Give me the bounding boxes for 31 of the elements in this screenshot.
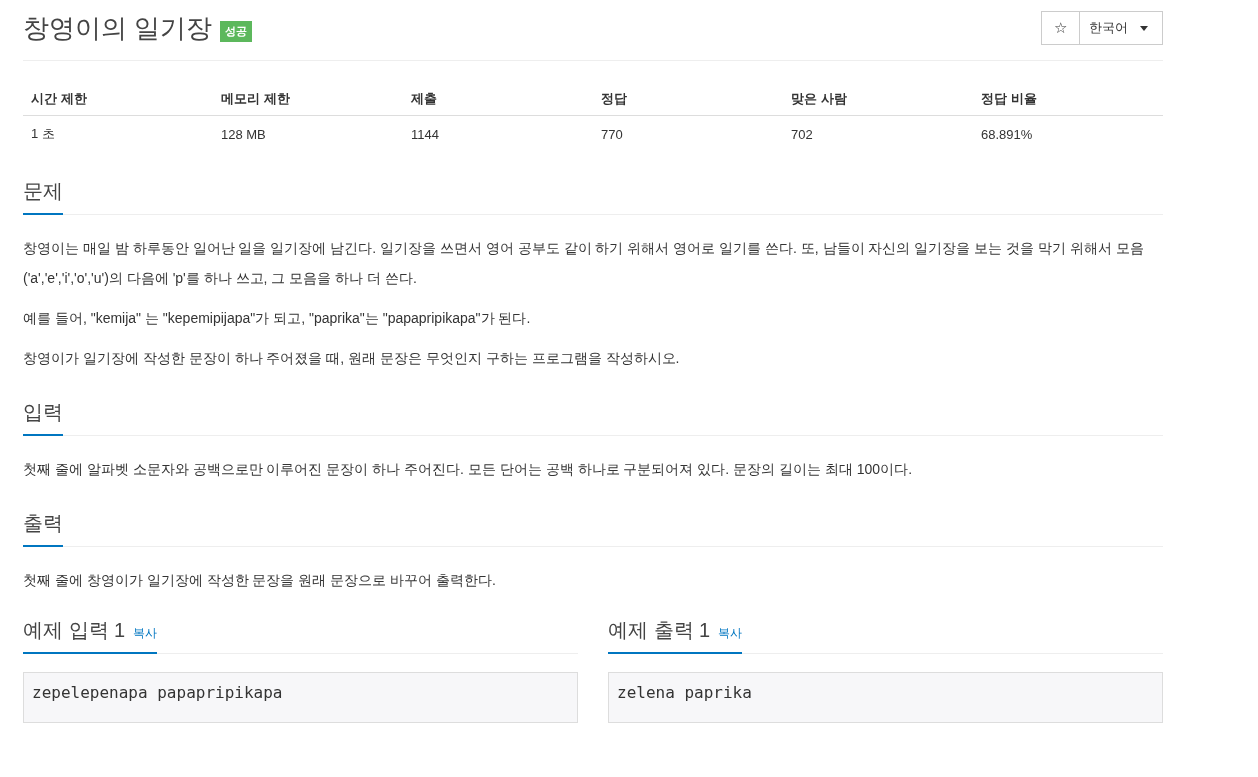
paragraph: 예를 들어, "kemija" 는 "kepemipijapa"가 되고, "paprika"는 "papapripikapa"가 된다. [23, 309, 532, 328]
favorite-star-button[interactable]: ☆ [1041, 11, 1080, 45]
column-header: 정답 [592, 83, 783, 116]
copy-link[interactable]: 복사 [718, 626, 743, 640]
table-cell: 128 MB [213, 115, 403, 152]
paragraph: 창영이가 일기장에 작성한 문장이 하나 주어졌을 때, 원래 문장은 무엇인지 구하는 프로그램을 작성하시오. [23, 349, 681, 368]
paragraph: 첫째 줄에 창영이가 일기장에 작성한 문장을 원래 문장으로 바꾸어 출력한다. [23, 571, 497, 590]
copy-link[interactable]: 복사 [133, 626, 158, 640]
sample-code-box: zelena paprika [608, 672, 1163, 723]
section-heading: 출력 [23, 502, 63, 547]
column-header: 정답 비율 [972, 83, 1163, 116]
section-heading: 문제 [23, 170, 63, 215]
section-heading: 입력 [23, 391, 63, 436]
column-header: 제출 [402, 83, 593, 116]
sample-title: 예제 출력 1 [608, 619, 711, 641]
sample-code-box: zepelepenapa papapripikapa [23, 672, 578, 723]
paragraph: 창영이는 매일 밤 하루동안 일어난 일을 일기장에 남긴다. 일기장을 쓰면서 영어 공부도 같이 하기 위해서 영어로 일기를 쓴다. 또, 남들이 자신의 일기장을 보는 것을 막기 위해서 모음('a','e','i','o','u')의 다음에 'p'를 하나 쓰고, 그 모음을 하나 더 쓴다. [23, 239, 1145, 288]
language-dropdown[interactable]: 한국어 [1080, 11, 1163, 45]
table-cell: 770 [592, 115, 783, 152]
column-header: 맞은 사람 [782, 83, 973, 116]
caret-icon [1140, 25, 1148, 31]
table-cell: 1 초 [23, 115, 213, 152]
table-cell: 702 [782, 115, 973, 152]
column-header: 시간 제한 [23, 83, 213, 116]
result-badge: 성공 [220, 21, 253, 42]
paragraph: 첫째 줄에 알파벳 소문자와 공백으로만 이루어진 문장이 하나 주어진다. 모든 단어는 공백 하나로 구분되어져 있다. 문장의 길이는 최대 100이다. [23, 460, 914, 479]
problem-title: 창영이의 일기장 [23, 12, 213, 45]
table-cell: 1144 [402, 115, 593, 152]
column-header: 메모리 제한 [213, 83, 403, 116]
sample-title: 예제 입력 1 [23, 619, 126, 641]
table-cell: 68.891% [972, 115, 1163, 152]
